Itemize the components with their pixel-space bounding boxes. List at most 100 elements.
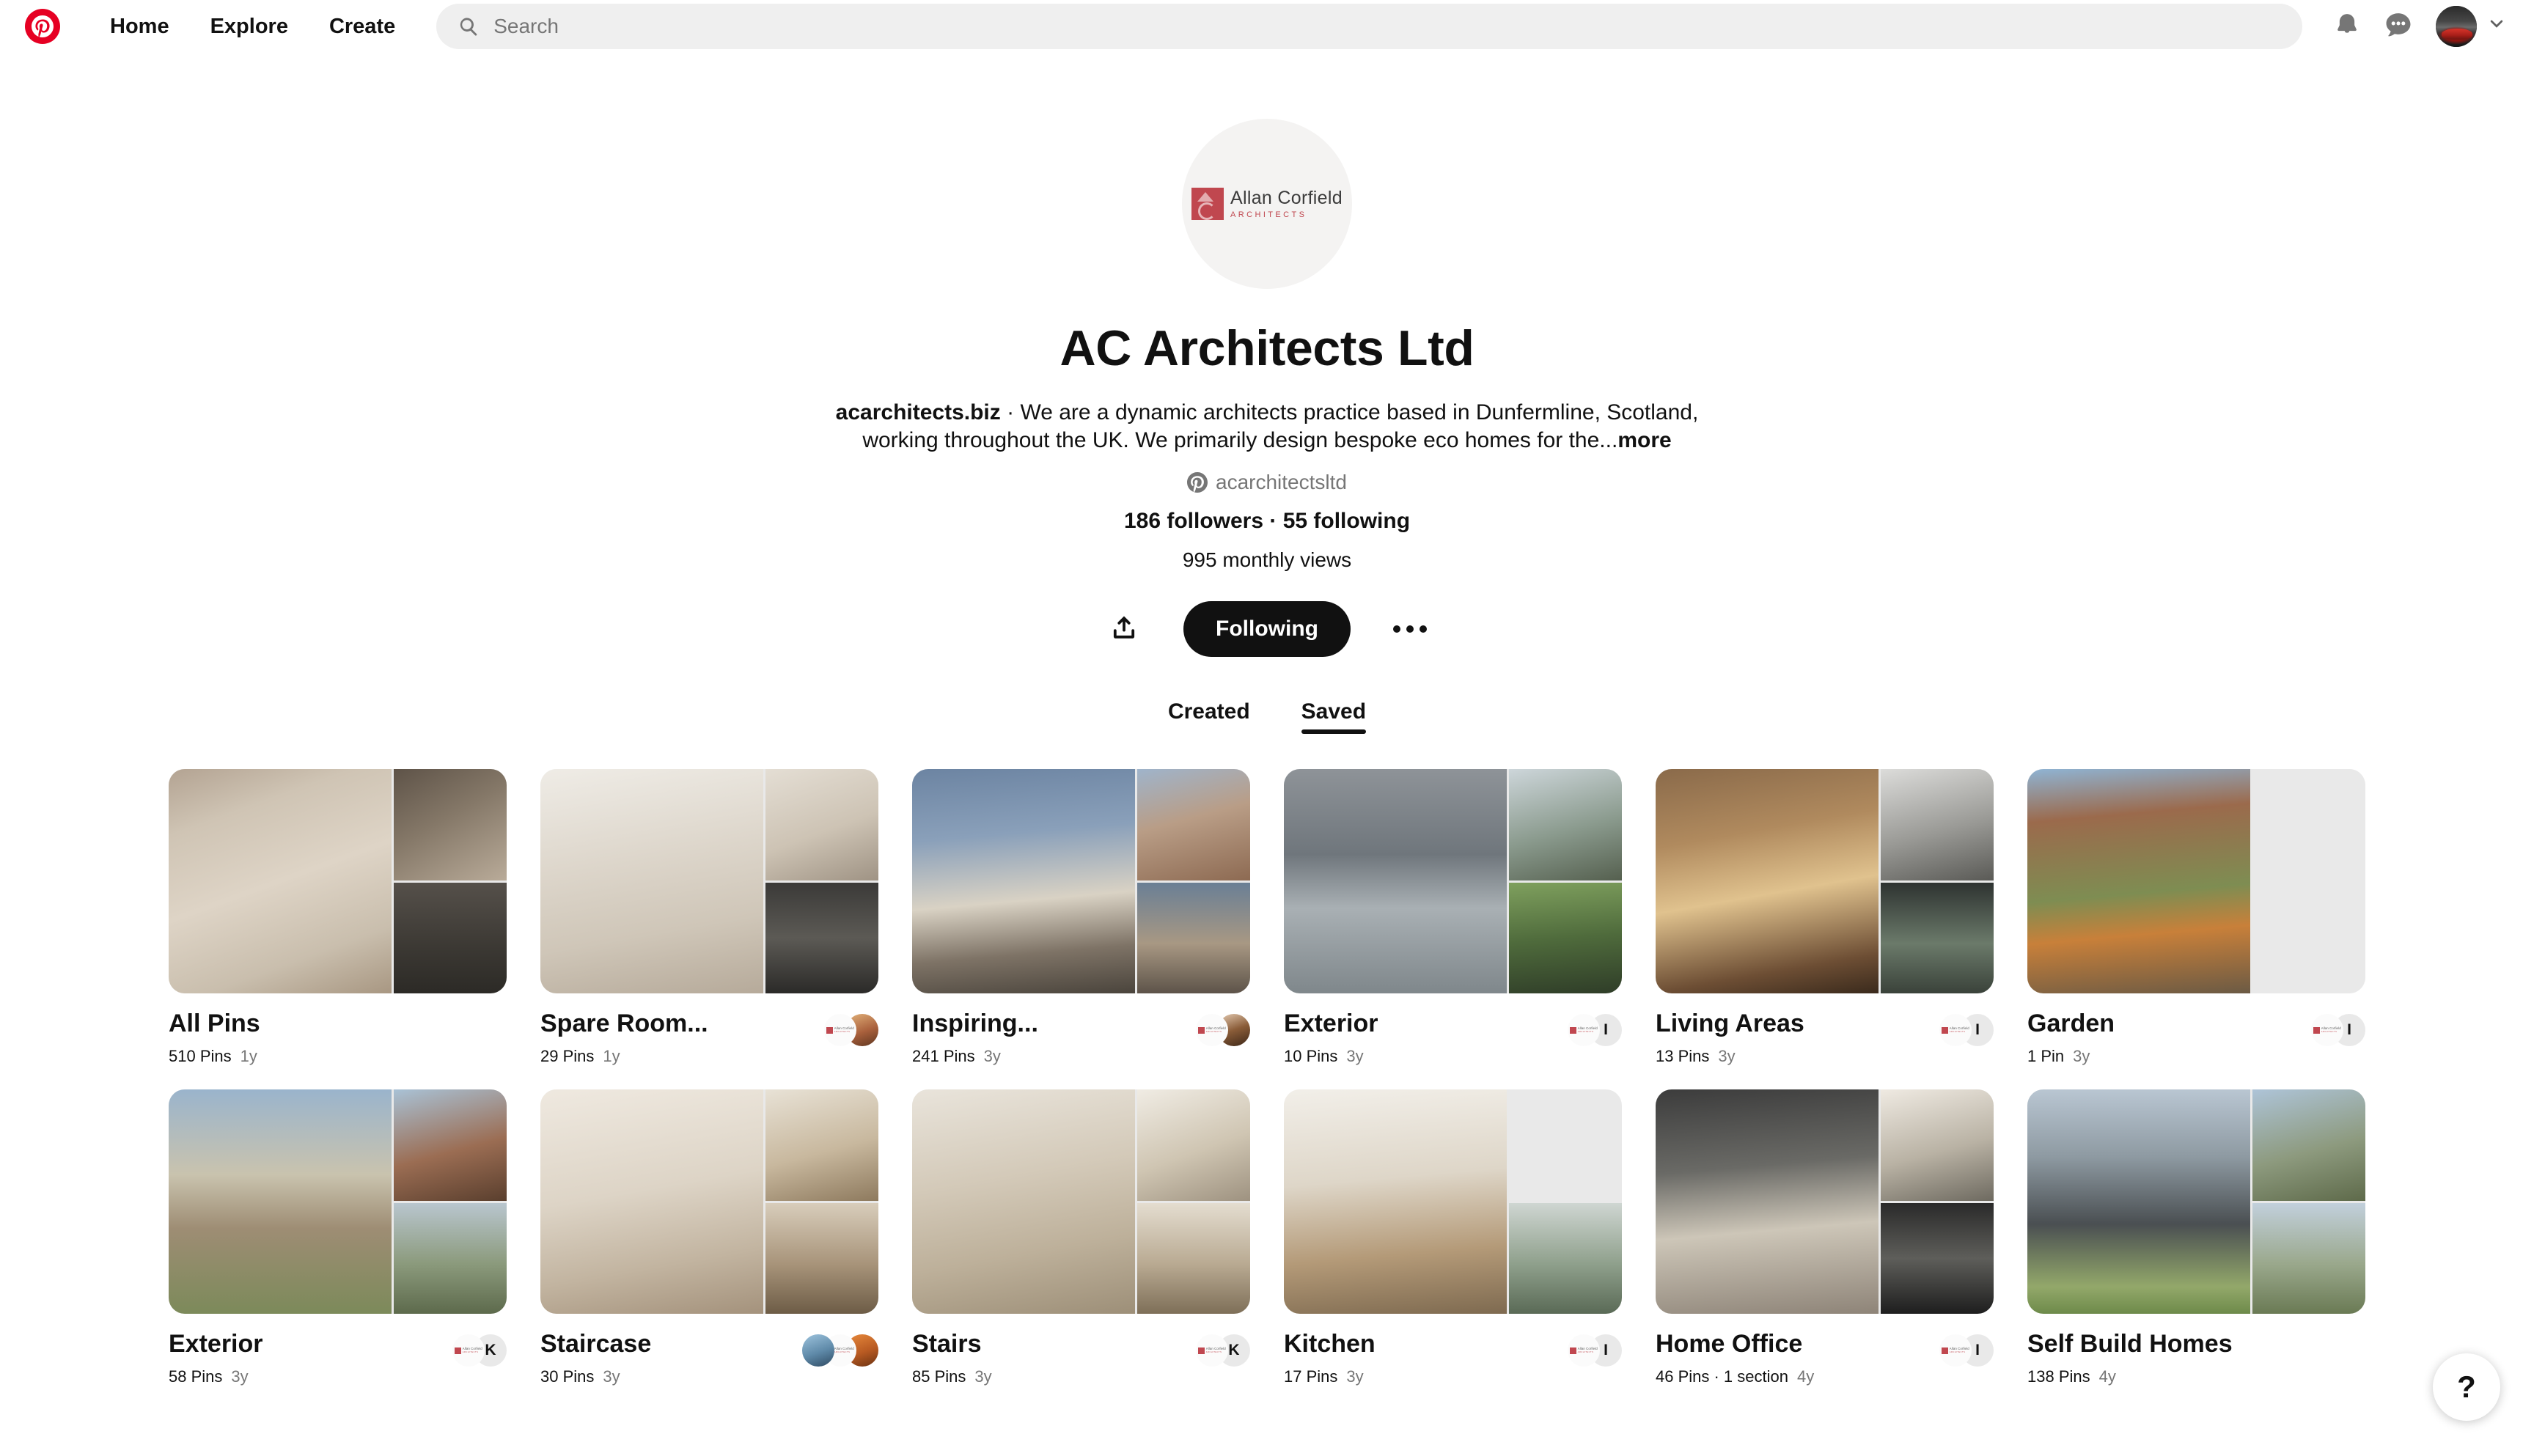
board-cover[interactable] [540,769,878,994]
board-card[interactable]: Inspiring... 241 Pins 3y Allan Corfield ARCH… [912,769,1250,1066]
board-pin-count: 29 Pins [540,1047,595,1066]
board-age: 3y [1346,1047,1364,1066]
board-card[interactable]: Garden 1 Pin 3y I Allan Corfield ARCHITECTS [2027,769,2365,1066]
board-collaborators[interactable]: I Allan Corfield ARCHITECTS [1568,1010,1622,1047]
board-cover-thumbnail [1137,1089,1250,1201]
board-title[interactable]: Stairs [912,1330,992,1358]
board-collaborators[interactable]: K Allan Corfield ARCHITECTS [1196,1330,1250,1367]
board-cover-thumbnail [1881,769,1994,880]
board-cover-thumbnail [1881,1202,1994,1315]
notifications-button[interactable] [2321,1,2373,52]
board-meta: Exterior 58 Pins 3y K Allan Corfield ARCHITEC… [169,1330,507,1386]
board-card[interactable]: Self Build Homes 138 Pins 4y [2027,1089,2365,1386]
profile-username[interactable]: acarchitectsltd [1187,471,1347,494]
board-title[interactable]: Garden [2027,1010,2115,1038]
about-more-link[interactable]: more [1617,428,1671,452]
collaborator-avatar-logo: Allan Corfield ARCHITECTS [1939,1334,1972,1367]
board-card[interactable]: Stairs 85 Pins 3y K Allan Corfield ARCHITECTS [912,1089,1250,1386]
board-collaborators[interactable]: I Allan Corfield ARCHITECTS [1939,1330,1994,1367]
board-card[interactable]: Exterior 10 Pins 3y I Allan Corfield ARCHITEC… [1284,769,1622,1066]
board-collaborators[interactable]: K Allan Corfield ARCHITECTS [452,1330,507,1367]
nav-item-home[interactable]: Home [89,5,190,48]
board-cover-main-image [540,769,764,994]
board-collaborators[interactable]: Allan Corfield ARCHITECTS [802,1330,878,1367]
collaborator-avatar-logo: Allan Corfield ARCHITECTS [1568,1334,1600,1367]
board-meta: Staircase 30 Pins 3y Allan Corfield ARCHITEC… [540,1330,878,1386]
chevron-down-icon [2487,15,2506,38]
board-cover-thumbnails [765,769,878,994]
board-card[interactable]: Staircase 30 Pins 3y Allan Corfield ARCHITEC… [540,1089,878,1386]
board-title[interactable]: Inspiring... [912,1010,1038,1038]
board-card[interactable]: Home Office 46 Pins · 1 section 4y I Allan C… [1656,1089,1994,1386]
board-card[interactable]: All Pins 510 Pins 1y [169,769,507,1066]
username-text: acarchitectsltd [1216,471,1347,494]
collaborator-avatar-logo: Allan Corfield ARCHITECTS [1196,1334,1228,1367]
profile-website[interactable]: acarchitects.biz [836,400,1001,424]
board-cover-thumbnail [1137,882,1250,994]
board-cover[interactable] [1656,769,1994,994]
account-menu-button[interactable] [2480,7,2513,45]
bell-icon [2333,11,2361,43]
board-cover[interactable] [169,1089,507,1315]
board-collaborators[interactable]: I Allan Corfield ARCHITECTS [1939,1010,1994,1047]
board-title[interactable]: Self Build Homes [2027,1330,2233,1358]
board-cover-main-image [169,1089,392,1315]
share-button[interactable] [1100,605,1148,653]
board-title[interactable]: All Pins [169,1010,260,1038]
more-options-button[interactable] [1386,605,1434,653]
nav-item-create[interactable]: Create [309,5,416,48]
follow-button[interactable]: Following [1183,601,1351,658]
aca-logo-icon: Allan Corfield ARCHITECTS [2311,1014,2343,1047]
board-title[interactable]: Spare Room... [540,1010,708,1038]
board-collaborators[interactable]: I Allan Corfield ARCHITECTS [2311,1010,2365,1047]
board-cover[interactable] [1656,1089,1994,1315]
board-age: 4y [1796,1367,1815,1386]
board-collaborators[interactable]: Allan Corfield ARCHITECTS [824,1010,878,1047]
board-card[interactable]: Spare Room... 29 Pins 1y Allan Corfield ARCH… [540,769,878,1066]
tab-created[interactable]: Created [1168,699,1250,734]
board-meta: Home Office 46 Pins · 1 section 4y I Allan C… [1656,1330,1994,1386]
board-collaborators[interactable]: Allan Corfield ARCHITECTS [1196,1010,1250,1047]
board-age: 4y [2098,1367,2116,1386]
board-age: 3y [974,1367,992,1386]
follower-stats[interactable]: 186 followers · 55 following [1124,509,1410,534]
board-title[interactable]: Staircase [540,1330,651,1358]
collaborator-avatar-logo: Allan Corfield ARCHITECTS [2311,1014,2343,1047]
board-card[interactable]: Living Areas 13 Pins 3y I Allan Corfield ARCH… [1656,769,1994,1066]
board-card[interactable]: Kitchen 17 Pins 3y I Allan Corfield ARCHITECT… [1284,1089,1622,1386]
pinterest-logo-icon[interactable] [25,9,60,44]
help-button[interactable]: ? [2433,1353,2500,1421]
board-card[interactable]: Exterior 58 Pins 3y K Allan Corfield ARCHITEC… [169,1089,507,1386]
board-title[interactable]: Kitchen [1284,1330,1376,1358]
board-cover[interactable] [912,1089,1250,1315]
board-title[interactable]: Living Areas [1656,1010,1804,1038]
board-cover-thumbnails [765,1089,878,1315]
search-input[interactable]: Search [436,4,2302,49]
board-cover[interactable] [169,769,507,994]
board-cover-main-image [1656,769,1879,994]
board-title[interactable]: Home Office [1656,1330,1814,1358]
board-meta: Self Build Homes 138 Pins 4y [2027,1330,2365,1386]
board-cover[interactable] [540,1089,878,1315]
board-meta: Kitchen 17 Pins 3y I Allan Corfield ARCHITECT… [1284,1330,1622,1386]
tab-saved[interactable]: Saved [1301,699,1367,735]
board-subtitle: 85 Pins 3y [912,1367,992,1386]
board-cover[interactable] [2027,1089,2365,1315]
board-cover[interactable] [1284,769,1622,994]
avatar[interactable] [2436,6,2477,47]
board-cover-thumbnails [2252,769,2365,994]
board-title[interactable]: Exterior [1284,1010,1378,1038]
search-placeholder: Search [493,15,559,37]
board-collaborators[interactable]: I Allan Corfield ARCHITECTS [1568,1330,1622,1367]
board-meta: Inspiring... 241 Pins 3y Allan Corfield ARCH… [912,1010,1250,1066]
board-cover[interactable] [1284,1089,1622,1315]
profile-logo-image: Allan Corfield ARCHITECTS [1191,188,1343,220]
board-title[interactable]: Exterior [169,1330,263,1358]
board-age: 3y [231,1367,249,1386]
board-cover-thumbnail [2252,882,2365,994]
nav-item-explore[interactable]: Explore [190,5,309,48]
messages-button[interactable] [2373,1,2424,52]
board-cover[interactable] [912,769,1250,994]
board-cover[interactable] [2027,769,2365,994]
pinterest-badge-icon [1187,472,1208,493]
